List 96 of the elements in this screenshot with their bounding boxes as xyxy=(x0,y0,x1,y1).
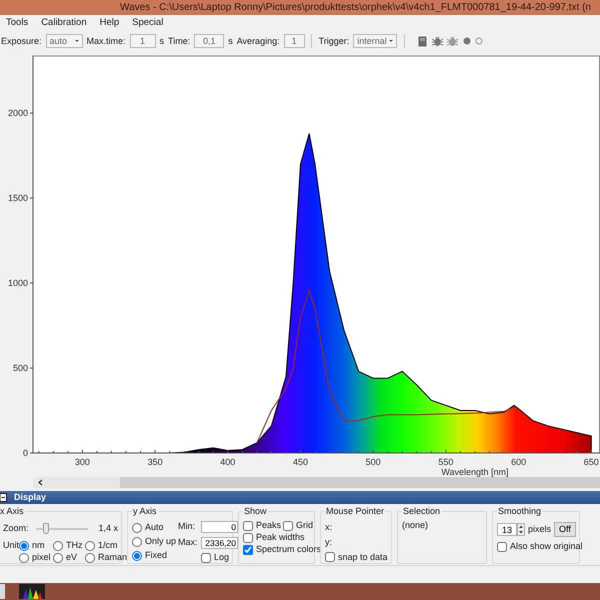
field-label: Max: xyxy=(178,537,198,548)
checkbox-label: Grid xyxy=(296,520,314,531)
tick-label: 500 xyxy=(366,457,381,467)
tick-label: 2000 xyxy=(8,108,28,118)
panel-title: Display xyxy=(14,492,46,503)
checkbox[interactable] xyxy=(243,544,253,554)
tick-label: 600 xyxy=(511,457,526,467)
menu-item[interactable]: Calibration xyxy=(41,17,87,29)
group-title: Show xyxy=(243,506,268,517)
field-label: Min: xyxy=(178,521,196,532)
checkbox-label: Peak widths xyxy=(256,532,305,543)
tick-label: 400 xyxy=(220,457,236,467)
radio-button[interactable] xyxy=(19,552,29,562)
text-field[interactable]: 1 xyxy=(130,34,156,48)
radio-button[interactable] xyxy=(85,552,95,562)
radio-label: THz xyxy=(66,540,82,551)
axis-title: Wavelength [nm] xyxy=(441,467,509,477)
radio-button[interactable] xyxy=(19,540,29,550)
group-title: Smoothing xyxy=(497,506,542,517)
menu-item[interactable]: Help xyxy=(100,17,120,29)
field-label: Averaging: xyxy=(236,36,280,46)
checkbox-label: Log xyxy=(214,552,230,563)
tick-label: 500 xyxy=(12,363,28,374)
text-field[interactable]: 0 xyxy=(201,520,238,532)
field-label: Unit: xyxy=(3,540,19,551)
unit-label: s xyxy=(160,36,164,46)
checkbox-label: Also show original xyxy=(510,541,583,552)
field-label: Max.time: xyxy=(86,36,126,46)
radio-label: Only up xyxy=(145,536,176,547)
radio-button[interactable] xyxy=(53,552,63,562)
tick-label: 0 xyxy=(22,448,28,458)
unit-label: s xyxy=(228,36,233,46)
off-button[interactable]: Off xyxy=(554,522,576,537)
spectrum-app-icon[interactable] xyxy=(19,584,45,599)
caret-icon xyxy=(388,38,394,44)
group-title: x Axis xyxy=(0,506,25,517)
slider-thumb[interactable] xyxy=(42,523,49,534)
field-label: Time: xyxy=(168,36,190,46)
checkbox-label: snap to data xyxy=(338,552,388,562)
checkbox[interactable] xyxy=(243,520,253,530)
text-field[interactable]: 0,1 xyxy=(194,34,224,48)
radio-label: 1/cm xyxy=(98,540,118,551)
record-icon[interactable] xyxy=(462,37,471,45)
radio-button[interactable] xyxy=(132,550,142,560)
scrollbar-thumb[interactable] xyxy=(120,477,600,488)
checkbox-label: Spectrum colors xyxy=(256,544,322,555)
tick-label: 1000 xyxy=(8,278,28,288)
unit-label: pixels xyxy=(528,524,552,535)
radio-button[interactable] xyxy=(132,522,142,532)
tick-label: 350 xyxy=(148,457,163,467)
window-title: Waves - C:\Users\Laptop Ronny\Pictures\produkttests\orphek\v4\v4ch1_FLMT000781_19-44-20-997.txt (n xyxy=(120,2,591,14)
selection-value: (none) xyxy=(402,520,428,531)
group-title: Mouse Pointer xyxy=(325,506,386,517)
spinner-field[interactable]: 13 xyxy=(497,523,517,536)
device-icon[interactable] xyxy=(418,36,428,46)
bug-icon[interactable] xyxy=(447,36,458,46)
radio-label: eV xyxy=(66,552,78,563)
tick-label: 450 xyxy=(293,457,308,467)
tick-label: 650 xyxy=(584,457,599,467)
checkbox[interactable] xyxy=(201,552,211,562)
field-label: y: xyxy=(325,536,334,548)
radio-button[interactable] xyxy=(53,540,63,550)
checkbox[interactable] xyxy=(283,520,293,530)
spinner-arrows-icon[interactable] xyxy=(517,523,525,536)
scrollbar[interactable] xyxy=(33,477,600,488)
radio-button[interactable] xyxy=(132,536,142,546)
group-title: Selection xyxy=(402,506,442,517)
tick-label: 1500 xyxy=(8,193,28,204)
circle-icon[interactable] xyxy=(475,37,484,45)
text-field[interactable]: 2336,20 xyxy=(201,536,238,548)
radio-label: Auto xyxy=(145,522,164,533)
checkbox-label: Peaks xyxy=(256,520,282,531)
menu-item[interactable]: Special xyxy=(132,17,164,29)
checkbox[interactable] xyxy=(497,542,507,552)
tick-label: 300 xyxy=(74,457,90,467)
radio-label: Raman xyxy=(98,552,128,563)
bug-icon[interactable] xyxy=(432,36,443,46)
radio-label: pixel xyxy=(32,552,51,563)
checkbox[interactable] xyxy=(243,532,253,542)
radio-label: Fixed xyxy=(145,550,168,561)
field-label: Trigger: xyxy=(318,36,350,46)
text-field[interactable]: 1 xyxy=(284,34,305,48)
caret-icon xyxy=(74,38,80,44)
radio-label: nm xyxy=(32,540,45,551)
zoom-reading: 1,4 x xyxy=(98,523,118,534)
field-label: Zoom: xyxy=(3,523,29,534)
dropdown[interactable]: auto xyxy=(46,34,83,48)
collapse-icon[interactable] xyxy=(0,493,7,502)
menu-item[interactable]: Tools xyxy=(6,17,28,29)
field-label: x: xyxy=(325,522,334,533)
group-title: y Axis xyxy=(132,506,158,517)
field-label: Exposure: xyxy=(1,36,42,46)
radio-button[interactable] xyxy=(85,540,95,550)
dropdown[interactable]: internal xyxy=(353,34,398,48)
checkbox[interactable] xyxy=(325,552,335,562)
tick-label: 550 xyxy=(438,457,454,467)
